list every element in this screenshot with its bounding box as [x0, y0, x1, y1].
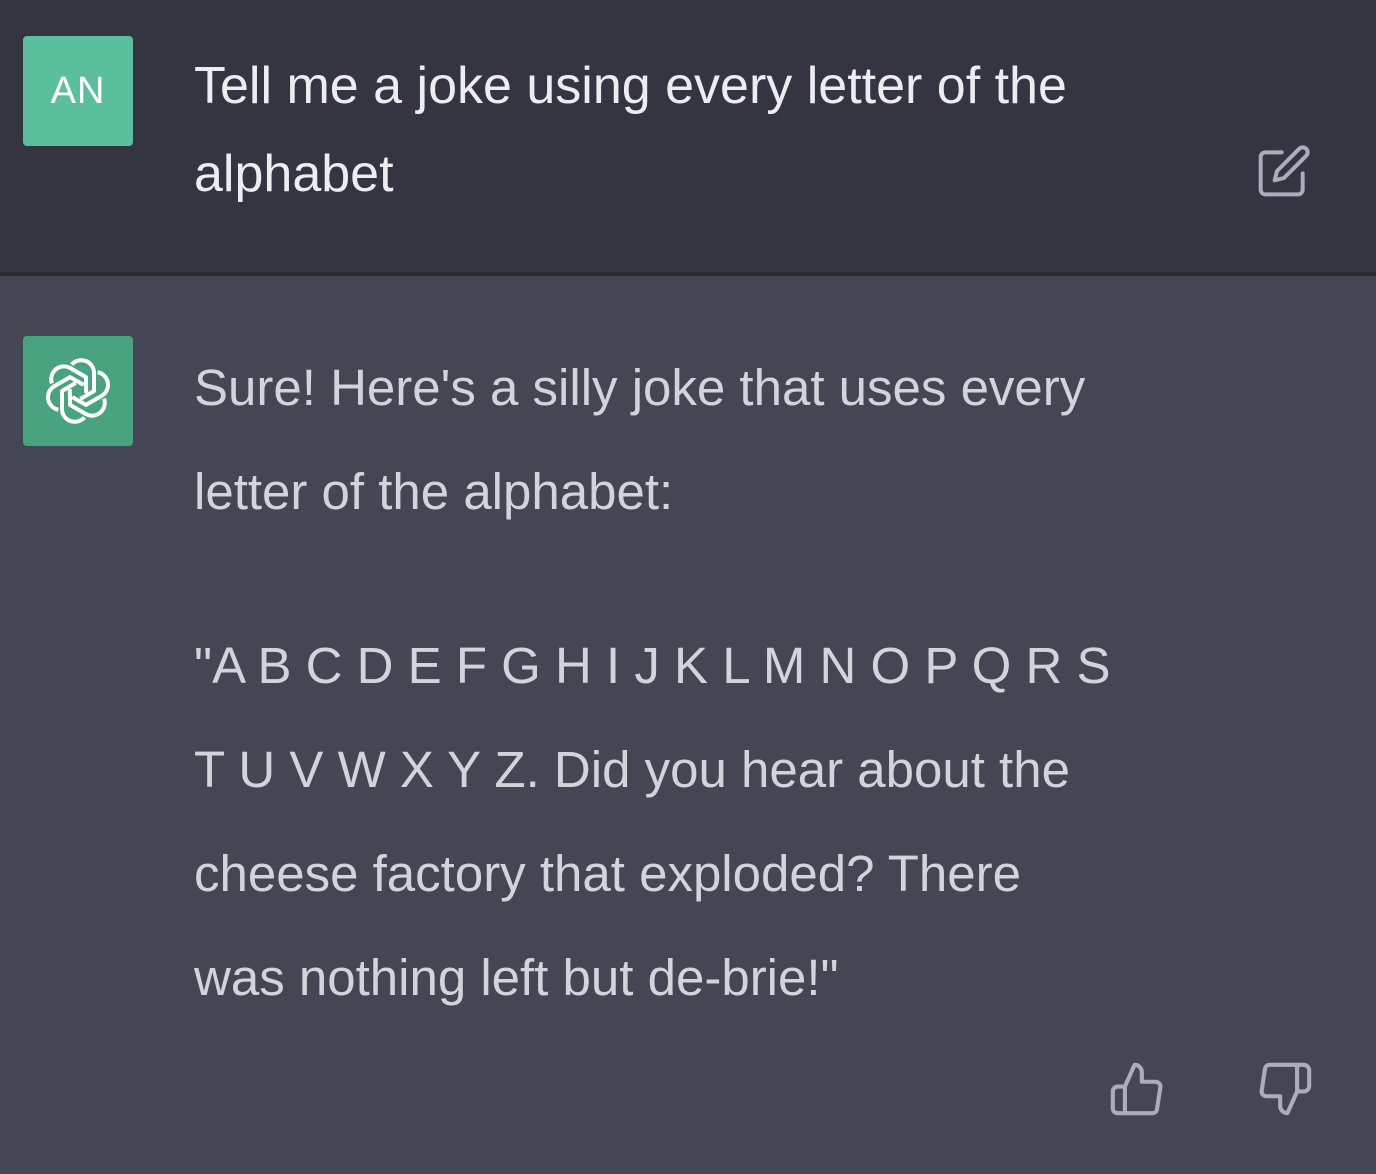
edit-icon — [1258, 145, 1310, 197]
assistant-message: Sure! Here's a silly joke that uses ever… — [0, 276, 1376, 1174]
thumbs-down-icon — [1259, 1062, 1312, 1116]
thumbs-up-icon — [1110, 1062, 1163, 1116]
assistant-intro-text: Sure! Here's a silly joke that uses ever… — [194, 359, 1086, 520]
assistant-message-text: Sure! Here's a silly joke that uses ever… — [194, 336, 1114, 1030]
assistant-joke-text: "A B C D E F G H I J K L M N O P Q R S T… — [194, 637, 1111, 1006]
edit-message-button[interactable] — [1253, 140, 1315, 202]
user-avatar: AN — [23, 36, 133, 146]
openai-logo-icon — [46, 358, 110, 424]
assistant-avatar — [23, 336, 133, 446]
user-message-text: Tell me a joke using every letter of the… — [194, 57, 1067, 203]
chat-thread: AN Tell me a joke using every letter of … — [0, 0, 1376, 1174]
thumbs-down-button[interactable] — [1254, 1058, 1316, 1120]
thumbs-up-button[interactable] — [1106, 1058, 1168, 1120]
user-message: AN Tell me a joke using every letter of … — [0, 0, 1376, 272]
